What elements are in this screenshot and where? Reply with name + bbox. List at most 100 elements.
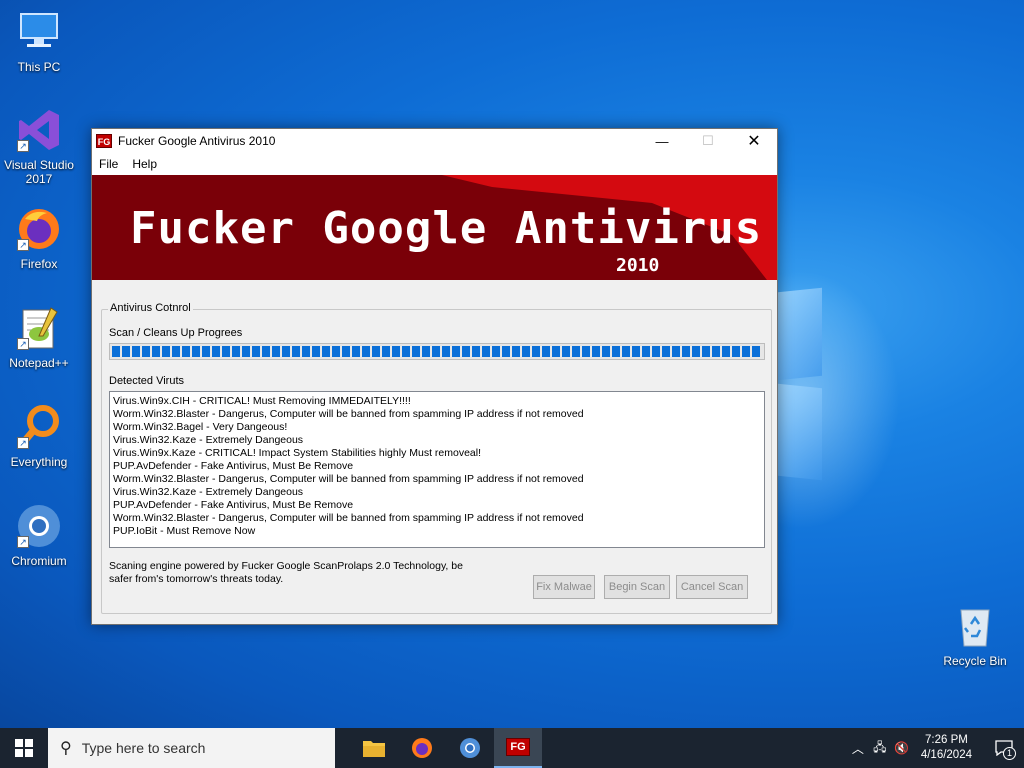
progress-segment	[542, 346, 550, 357]
desktop-icon-firefox[interactable]: ↗ Firefox	[1, 205, 77, 271]
desktop-icon-this-pc[interactable]: This PC	[1, 8, 77, 74]
shortcut-arrow-icon: ↗	[17, 140, 29, 152]
progress-segment	[282, 346, 290, 357]
chevron-up-icon[interactable]: ︿	[847, 740, 869, 757]
virus-list-item[interactable]: PUP.AvDefender - Fake Antivirus, Must Be…	[113, 499, 761, 512]
window-title: Fucker Google Antivirus 2010	[118, 134, 276, 148]
virus-list-item[interactable]: Virus.Win9x.Kaze - CRITICAL! Impact Syst…	[113, 447, 761, 460]
progress-segment	[642, 346, 650, 357]
network-icon[interactable]: 🖧	[869, 738, 891, 759]
desktop-icon-notepadpp[interactable]: ↗ Notepad++	[1, 304, 77, 370]
progress-segment	[522, 346, 530, 357]
clock-date: 4/16/2024	[920, 749, 972, 761]
antivirus-control-group: Antivirus Cotnrol Scan / Cleans Up Progr…	[101, 302, 772, 614]
progress-segment	[112, 346, 120, 357]
taskbar-antivirus-app[interactable]: FG	[494, 728, 542, 768]
virus-list-item[interactable]: PUP.IoBit - Must Remove Now	[113, 525, 761, 538]
desktop-icon-label: Chromium	[11, 554, 67, 568]
window-titlebar[interactable]: FG Fucker Google Antivirus 2010 — ☐ ✕	[92, 129, 777, 153]
progress-segment	[132, 346, 140, 357]
progress-segment	[732, 346, 740, 357]
shortcut-arrow-icon: ↗	[17, 239, 29, 251]
menu-file[interactable]: File	[92, 157, 125, 171]
virus-list-item[interactable]: Worm.Win32.Blaster - Dangerus, Computer …	[113, 408, 761, 421]
start-button[interactable]	[0, 728, 48, 768]
virus-list-item[interactable]: PUP.AvDefender - Fake Antivirus, Must Be…	[113, 460, 761, 473]
taskbar-clock[interactable]: 7:26 PM 4/16/2024	[921, 733, 972, 763]
virus-list-item[interactable]: Virus.Win9x.CIH - CRITICAL! Must Removin…	[113, 395, 761, 408]
progress-segment	[392, 346, 400, 357]
progress-segment	[742, 346, 750, 357]
virus-list-item[interactable]: Worm.Win32.Blaster - Dangerus, Computer …	[113, 512, 761, 525]
progress-segment	[232, 346, 240, 357]
desktop-icon-everything[interactable]: ↗ Everything	[1, 403, 77, 469]
progress-segment	[482, 346, 490, 357]
recycle-bin-icon	[951, 602, 999, 650]
virus-list-item[interactable]: Worm.Win32.Bagel - Very Dangeous!	[113, 421, 761, 434]
progress-segment	[242, 346, 250, 357]
app-banner: Fucker Google Antivirus 2010	[92, 175, 777, 280]
progress-segment	[702, 346, 710, 357]
maximize-button[interactable]: ☐	[685, 129, 731, 153]
computer-icon	[15, 8, 63, 56]
fix-malware-button[interactable]: Fix Malwae	[533, 575, 595, 599]
desktop-icon-visual-studio[interactable]: ↗ Visual Studio 2017	[1, 106, 77, 186]
progress-segment	[552, 346, 560, 357]
menubar: File Help	[92, 153, 777, 175]
banner-title: Fucker Google Antivirus	[130, 203, 763, 254]
taskbar-chromium[interactable]	[446, 728, 494, 768]
progress-segment	[402, 346, 410, 357]
taskbar: ⚲ Type here to search FG ︿ 🖧 🔇 7:26 PM 4…	[0, 728, 1024, 768]
app-icon: FG	[506, 738, 530, 756]
desktop-icon-recycle-bin[interactable]: Recycle Bin	[937, 602, 1013, 668]
cancel-scan-button[interactable]: Cancel Scan	[676, 575, 748, 599]
volume-muted-icon[interactable]: 🔇	[891, 741, 913, 755]
action-center-button[interactable]: 1	[984, 728, 1024, 768]
notification-count: 1	[1003, 747, 1016, 760]
scan-progress-bar	[109, 343, 765, 360]
desktop-icon-label: This PC	[17, 60, 61, 74]
taskbar-search-box[interactable]: ⚲ Type here to search	[48, 728, 335, 768]
progress-segment	[212, 346, 220, 357]
desktop-icon-label: Everything	[10, 455, 68, 469]
detected-viruses-list[interactable]: Virus.Win9x.CIH - CRITICAL! Must Removin…	[109, 391, 765, 548]
folder-icon	[363, 741, 385, 757]
progress-segment	[582, 346, 590, 357]
progress-segment	[752, 346, 760, 357]
begin-scan-button[interactable]: Begin Scan	[604, 575, 670, 599]
engine-description: Scaning engine powered by Fucker Google …	[109, 560, 463, 585]
progress-segment	[152, 346, 160, 357]
system-tray: ︿ 🖧 🔇 7:26 PM 4/16/2024 1	[847, 728, 1024, 768]
progress-segment	[452, 346, 460, 357]
chromium-icon: ↗	[15, 502, 63, 550]
progress-segment	[322, 346, 330, 357]
progress-segment	[602, 346, 610, 357]
detected-label: Detected Viruts	[109, 375, 185, 387]
virus-list-item[interactable]: Worm.Win32.Blaster - Dangerus, Computer …	[113, 473, 761, 486]
progress-segment	[442, 346, 450, 357]
menu-help[interactable]: Help	[125, 157, 164, 171]
virus-list-item[interactable]: Virus.Win32.Kaze - Extremely Dangeous	[113, 486, 761, 499]
desktop-icon-label: Firefox	[20, 257, 58, 271]
desktop-icon-chromium[interactable]: ↗ Chromium	[1, 502, 77, 568]
desktop-icon-label: Recycle Bin	[943, 654, 1007, 668]
progress-segment	[662, 346, 670, 357]
progress-segment	[362, 346, 370, 357]
desktop-icon-label: Visual Studio 2017	[4, 158, 74, 186]
progress-segment	[222, 346, 230, 357]
progress-segment	[412, 346, 420, 357]
progress-segment	[302, 346, 310, 357]
minimize-button[interactable]: —	[639, 129, 685, 153]
taskbar-firefox[interactable]	[398, 728, 446, 768]
progress-segment	[192, 346, 200, 357]
virus-list-item[interactable]: Virus.Win32.Kaze - Extremely Dangeous	[113, 434, 761, 447]
clock-time: 7:26 PM	[925, 734, 968, 746]
taskbar-file-explorer[interactable]	[350, 728, 398, 768]
search-placeholder: Type here to search	[81, 740, 206, 756]
shortcut-arrow-icon: ↗	[17, 536, 29, 548]
progress-segment	[202, 346, 210, 357]
progress-segment	[342, 346, 350, 357]
close-button[interactable]: ✕	[731, 129, 777, 153]
progress-segment	[182, 346, 190, 357]
progress-segment	[262, 346, 270, 357]
